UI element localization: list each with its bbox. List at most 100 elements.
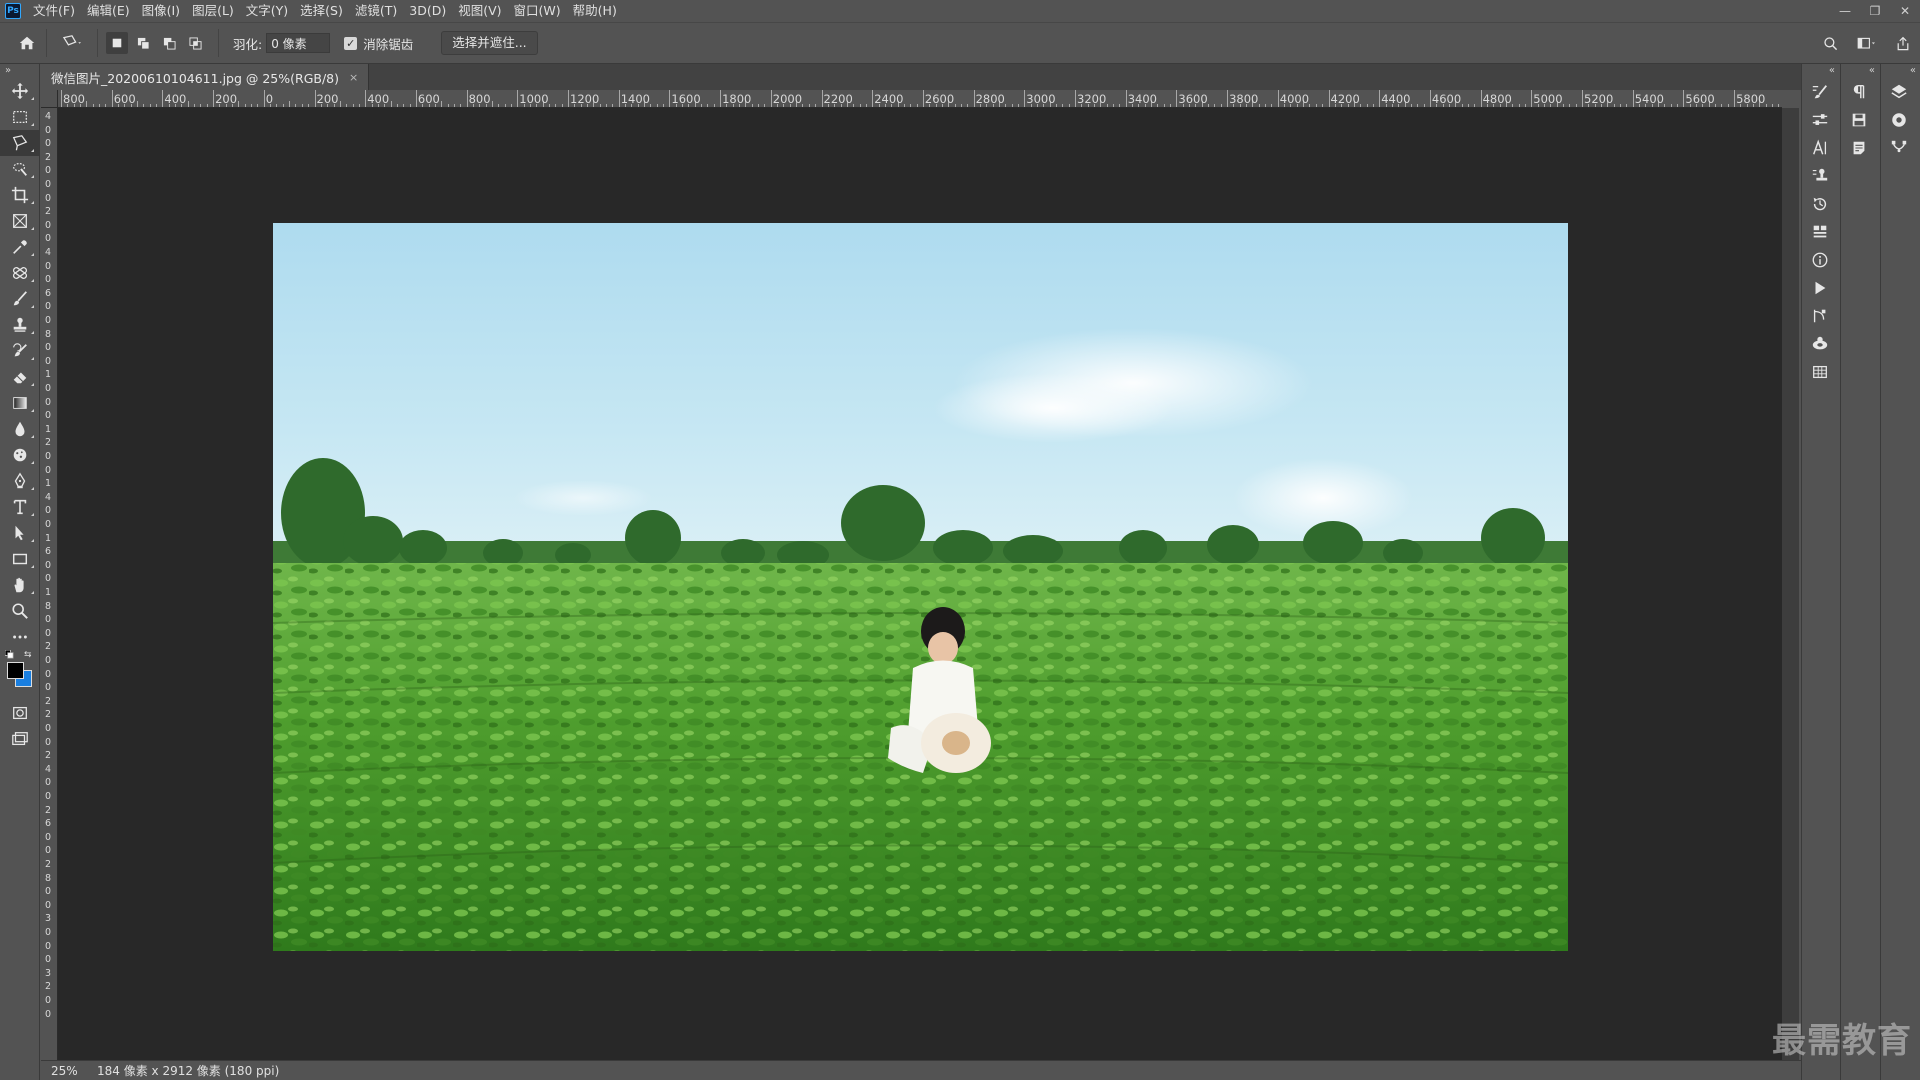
ruler-tick <box>1531 90 1533 107</box>
actions-panel-button[interactable] <box>1802 274 1838 302</box>
path-selection-tool[interactable] <box>0 520 40 546</box>
add-to-selection-button[interactable] <box>132 32 154 54</box>
horizontal-ruler[interactable]: 800 600 400 200 0 200 400 600 800 1000 1200 1400 160… <box>58 90 1782 108</box>
ruler-label: 0 <box>44 1008 52 1020</box>
ruler-label: 0 <box>44 954 52 966</box>
blur-tool[interactable] <box>0 416 40 442</box>
notes-panel-button[interactable] <box>1841 134 1877 162</box>
minimize-button[interactable]: — <box>1830 0 1860 22</box>
healing-brush-tool[interactable] <box>0 260 40 286</box>
ruler-tick <box>1176 90 1178 107</box>
ruler-minor-tick <box>1677 104 1679 107</box>
quick-mask-button[interactable] <box>0 700 40 726</box>
menu-item[interactable]: 编辑(E) <box>81 0 136 22</box>
menu-item[interactable]: 选择(S) <box>294 0 349 22</box>
3d-panel-button[interactable] <box>1802 330 1838 358</box>
document-image[interactable] <box>273 223 1568 951</box>
ruler-minor-tick <box>1423 104 1425 107</box>
properties-panel-button[interactable] <box>1802 218 1838 246</box>
menu-item[interactable]: 文字(Y) <box>240 0 294 22</box>
ruler-minor-tick <box>396 104 398 107</box>
rectangle-tool[interactable] <box>0 546 40 572</box>
eyedropper-tool[interactable] <box>0 234 40 260</box>
restore-button[interactable]: ❐ <box>1860 0 1890 22</box>
gradient-tool[interactable] <box>0 390 40 416</box>
frame-tool[interactable] <box>0 208 40 234</box>
screen-mode-button[interactable] <box>0 726 40 752</box>
type-tool[interactable] <box>0 494 40 520</box>
menu-item[interactable]: 滤镜(T) <box>349 0 403 22</box>
ruler-minor-tick <box>1322 104 1324 107</box>
subtract-from-selection-button[interactable] <box>158 32 180 54</box>
vertical-ruler[interactable]: 4002000200400600800100012001400160018002… <box>41 108 58 1060</box>
canvas-area[interactable] <box>58 108 1782 1060</box>
brush-tool[interactable] <box>0 286 40 312</box>
share-icon <box>1897 36 1909 51</box>
color-panel-button[interactable] <box>1881 106 1917 134</box>
paths-panel-button[interactable] <box>1802 302 1838 330</box>
lasso-tool[interactable] <box>0 130 40 156</box>
arrow-cursor-icon <box>15 525 24 541</box>
zoom-level[interactable]: 25% <box>41 1064 89 1078</box>
clone-stamp-tool[interactable] <box>0 312 40 338</box>
feather-input[interactable] <box>266 33 331 53</box>
tea-field-photo <box>273 223 1568 951</box>
zoom-tool[interactable] <box>0 598 40 624</box>
history-brush-tool[interactable] <box>0 338 40 364</box>
adjustments-panel-button[interactable] <box>1802 106 1838 134</box>
tool-preset-picker[interactable] <box>55 32 89 54</box>
menu-item[interactable]: 文件(F) <box>27 0 81 22</box>
menu-item[interactable]: 3D(D) <box>403 0 452 22</box>
pen-tool[interactable] <box>0 468 40 494</box>
marquee-tool[interactable] <box>0 104 40 130</box>
antialias-checkbox[interactable]: ✓ <box>344 36 358 50</box>
properties-icon <box>1813 225 1827 238</box>
history-panel-button[interactable] <box>1802 190 1838 218</box>
document-tab[interactable]: 微信图片_20200610104611.jpg @ 25%(RGB/8) × <box>41 64 370 90</box>
menu-item[interactable]: 图像(I) <box>136 0 186 22</box>
timeline-panel-button[interactable] <box>1802 358 1838 386</box>
dodge-tool[interactable] <box>0 442 40 468</box>
intersect-selection-button[interactable] <box>184 32 206 54</box>
hand-tool[interactable] <box>0 572 40 598</box>
menu-item[interactable]: 帮助(H) <box>567 0 623 22</box>
close-tab-icon[interactable]: × <box>349 71 358 84</box>
info-panel-button[interactable] <box>1802 246 1838 274</box>
edit-toolbar-button[interactable] <box>0 624 40 650</box>
ruler-minor-tick <box>301 104 303 107</box>
menu-item[interactable]: 视图(V) <box>452 0 507 22</box>
crop-tool[interactable] <box>0 182 40 208</box>
menu-item[interactable]: 图层(L) <box>186 0 240 22</box>
collapse-dock-icon[interactable]: « <box>1841 64 1879 78</box>
default-colors-icon[interactable] <box>5 650 14 659</box>
move-tool[interactable] <box>0 78 40 104</box>
quick-selection-tool[interactable] <box>0 156 40 182</box>
close-button[interactable]: ✕ <box>1890 0 1920 22</box>
search-button[interactable] <box>1820 33 1842 55</box>
home-button[interactable] <box>16 32 38 54</box>
foreground-color-swatch[interactable] <box>7 662 24 679</box>
eraser-tool[interactable] <box>0 364 40 390</box>
character-panel-button[interactable] <box>1802 134 1838 162</box>
ruler-minor-tick <box>1721 104 1723 107</box>
water-drop-icon <box>15 421 25 437</box>
menu-item[interactable]: 窗口(W) <box>508 0 567 22</box>
collapse-dock-icon[interactable]: « <box>1802 64 1839 78</box>
new-selection-button[interactable] <box>106 32 128 54</box>
paragraph-panel-button[interactable] <box>1841 78 1877 106</box>
brush-settings-panel-button[interactable] <box>1802 78 1838 106</box>
swap-colors-icon[interactable]: ⇆ <box>24 650 34 660</box>
layers-panel-button[interactable] <box>1881 78 1917 106</box>
toolbar-collapse-toggle[interactable]: » <box>0 64 39 78</box>
shapes-panel-button[interactable] <box>1881 134 1917 162</box>
channels-panel-button[interactable] <box>1841 106 1877 134</box>
ruler-tick <box>162 90 164 107</box>
ruler-origin[interactable] <box>41 90 58 108</box>
document-info[interactable]: 184 像素 x 2912 像素 (180 ppi) <box>89 1062 279 1079</box>
collapse-dock-icon[interactable]: « <box>1881 64 1920 78</box>
workspace-switcher[interactable] <box>1850 33 1884 55</box>
clone-source-panel-button[interactable] <box>1802 162 1838 190</box>
share-button[interactable] <box>1892 33 1914 55</box>
ruler-minor-tick <box>967 104 969 107</box>
select-and-mask-button[interactable]: 选择并遮住... <box>441 31 538 55</box>
